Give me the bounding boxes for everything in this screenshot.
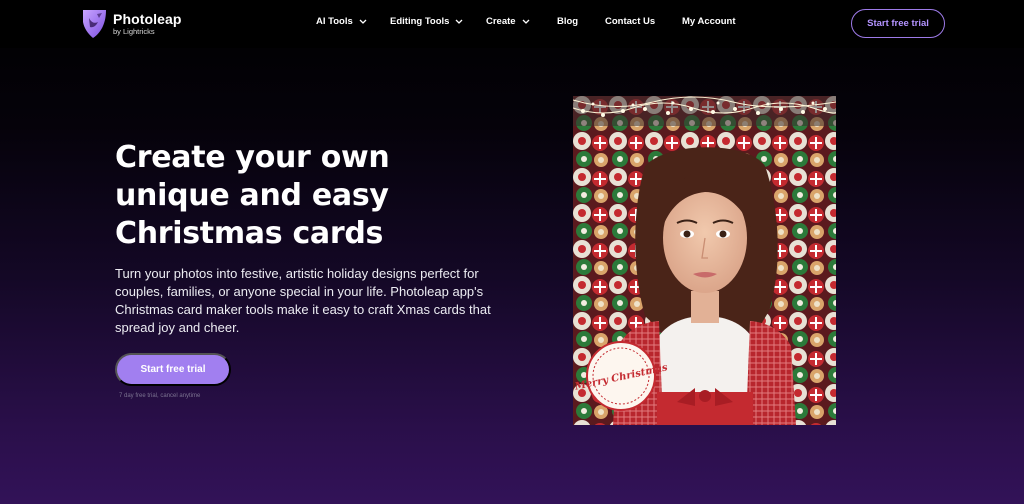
nav-item-label: Blog — [557, 16, 579, 27]
brand-name: Photoleap — [113, 10, 182, 27]
nav-item-label: Create — [486, 16, 516, 27]
brand-byline: by Lightricks — [113, 26, 155, 36]
nav-item-contact-us[interactable]: Contact Us — [605, 16, 655, 27]
nav-item-label: My Account — [682, 16, 736, 27]
trial-note: 7 day free trial, cancel anytime — [119, 393, 201, 399]
hero-title-line: unique and easy — [115, 178, 389, 213]
hero-title-line: Christmas cards — [115, 216, 384, 251]
card-illustration: Merry Christmas — [573, 96, 836, 425]
top-navigation-bar: Photoleap by Lightricks AI Tools Editing… — [0, 0, 1024, 48]
chevron-down-icon — [359, 19, 367, 24]
hero-description: Turn your photos into festive, artistic … — [115, 266, 491, 335]
nav-item-create[interactable]: Create — [486, 16, 530, 27]
hero-title: Create your own unique and easy Christma… — [115, 139, 435, 253]
photoleap-logo-icon — [83, 10, 106, 38]
nav-item-my-account[interactable]: My Account — [682, 16, 735, 27]
christmas-card-image: Merry Christmas — [573, 96, 836, 425]
chevron-down-icon — [456, 19, 463, 24]
chevron-down-icon — [522, 19, 530, 24]
header-start-trial-button[interactable]: Start free trial — [851, 9, 945, 38]
hero-start-trial-button[interactable]: Start free trial — [115, 353, 231, 386]
hero-title-line: Create your own — [115, 140, 390, 175]
nav-item-label: AI Tools — [316, 16, 353, 27]
nav-item-ai-tools[interactable]: AI Tools — [316, 16, 367, 27]
nav-item-label: Contact Us — [605, 16, 656, 27]
nav-item-label: Editing Tools — [390, 16, 450, 27]
nav-item-editing-tools[interactable]: Editing Tools — [390, 16, 463, 27]
brand-logo[interactable]: Photoleap by Lightricks — [80, 8, 182, 39]
nav-item-blog[interactable]: Blog — [557, 16, 578, 27]
